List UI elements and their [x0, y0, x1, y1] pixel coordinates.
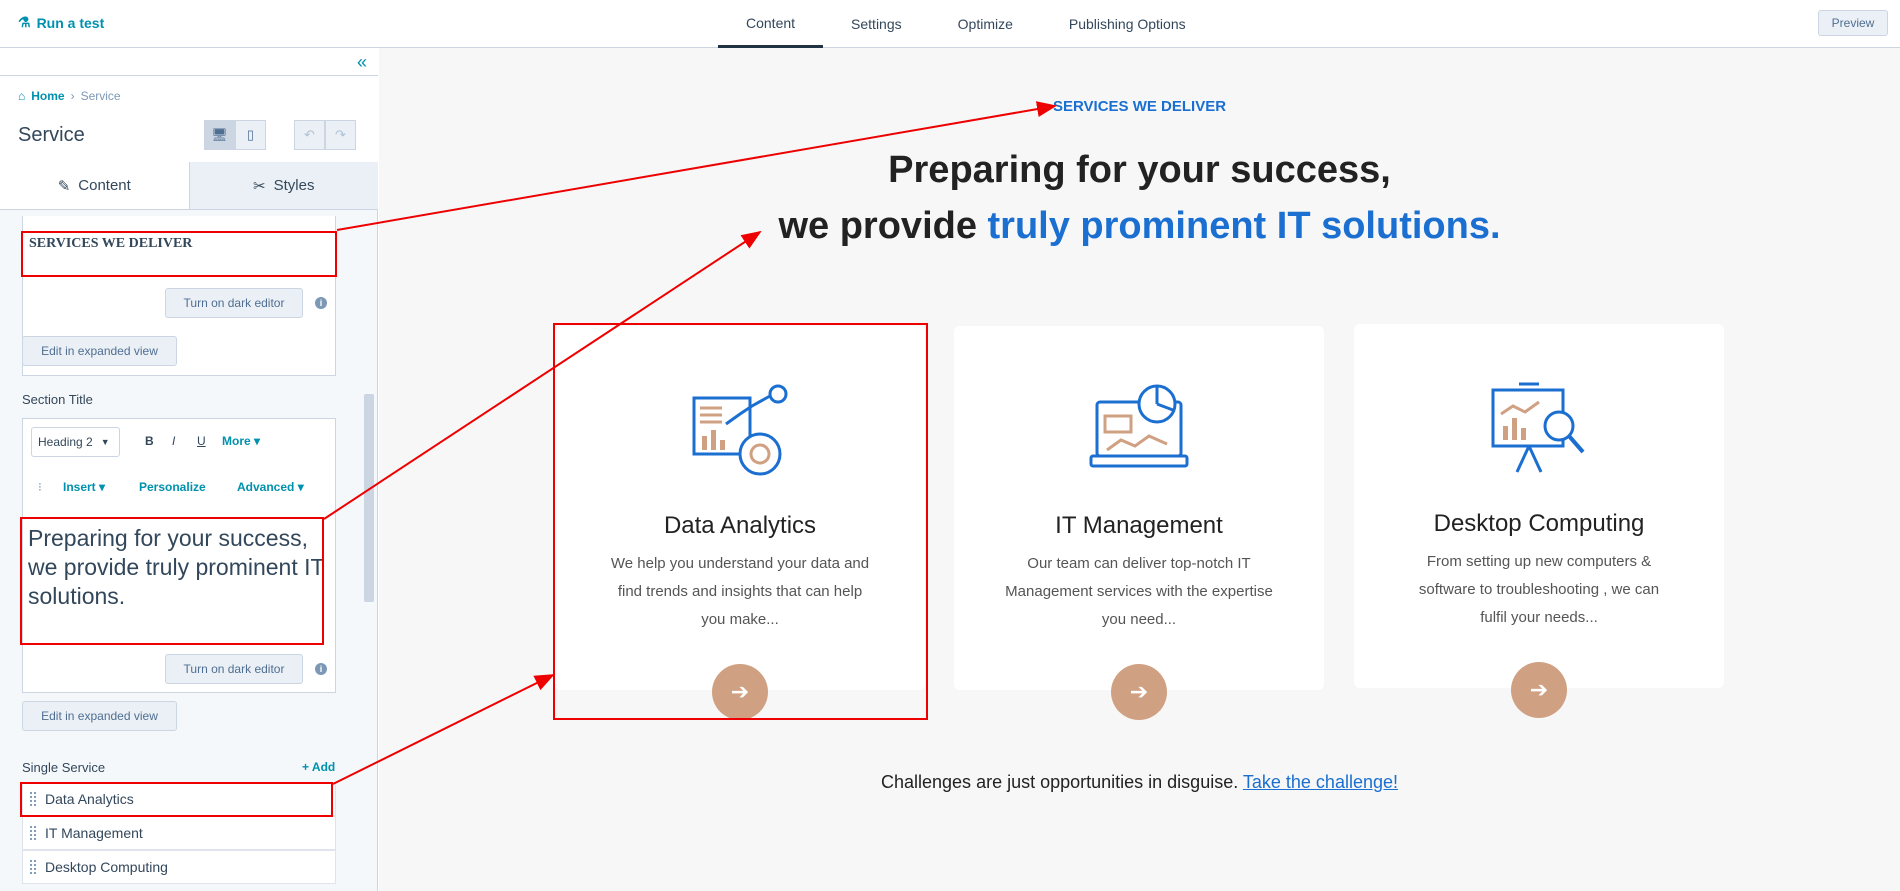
service-card-title: Desktop Computing [1433, 510, 1645, 537]
section-title-text[interactable]: Preparing for your success, we provide t… [28, 524, 333, 611]
underline-button[interactable]: U [197, 434, 206, 448]
heading-select[interactable]: Heading 2 ▼ [31, 427, 120, 457]
arrow-right-icon[interactable]: ➔ [1511, 662, 1567, 718]
drag-handle-icon[interactable] [29, 825, 37, 841]
insert-grip-icon: ⁝ [38, 480, 42, 494]
section-eyebrow[interactable]: SERVICES WE DELIVER [379, 98, 1900, 115]
service-card-desc: From setting up new computers & software… [1418, 553, 1660, 626]
desktop-icon[interactable]: 🖥 [204, 120, 235, 150]
expanded-view-button-2[interactable]: Edit in expanded view [22, 701, 177, 731]
sidebar-tab-content[interactable]: ✎ Content [0, 162, 189, 209]
undo-redo: ↶ ↷ [294, 120, 356, 150]
collapse-sidebar-icon[interactable]: « [357, 52, 367, 73]
tab-settings[interactable]: Settings [823, 0, 930, 48]
more-menu[interactable]: More ▾ [222, 434, 260, 448]
chevron-right-icon: › [70, 89, 75, 103]
preview-button[interactable]: Preview [1818, 10, 1888, 36]
info-icon[interactable]: i [315, 297, 327, 309]
drag-handle-icon[interactable] [29, 859, 37, 875]
breadcrumb-home[interactable]: Home [31, 89, 64, 103]
advanced-menu[interactable]: Advanced ▾ [237, 480, 304, 494]
caret-down-icon: ▼ [100, 437, 110, 447]
italic-button[interactable]: I [172, 434, 175, 448]
list-item[interactable]: IT Management [22, 816, 336, 850]
insert-menu[interactable]: Insert ▾ [63, 480, 105, 494]
breadcrumb: ⌂ Home › Service [18, 89, 121, 103]
tab-optimize[interactable]: Optimize [930, 0, 1041, 48]
redo-icon[interactable]: ↷ [325, 120, 356, 150]
info-icon[interactable]: i [315, 663, 327, 675]
scrollbar-thumb[interactable] [364, 394, 374, 602]
challenge-line: Challenges are just opportunities in dis… [881, 772, 1398, 792]
bold-button[interactable]: B [145, 434, 154, 448]
arrow-right-icon[interactable]: ➔ [712, 664, 768, 720]
section-title-label: Section Title [22, 392, 93, 407]
brush-icon: ✂ [253, 177, 266, 195]
single-service-label: Single Service [22, 760, 106, 775]
dark-editor-button-2[interactable]: Turn on dark editor [165, 654, 303, 684]
service-card-desc: We help you understand your data and fin… [610, 555, 870, 628]
sidebar-tab-styles[interactable]: ✂ Styles [188, 162, 378, 209]
pencil-icon: ✎ [57, 177, 71, 195]
sidebar: « ⌂ Home › Service Service 🖥 ▯ ↶ ↷ ✎ Con… [0, 48, 378, 891]
drag-handle-icon[interactable] [29, 791, 37, 807]
eyebrow-text[interactable]: SERVICES WE DELIVER [29, 236, 192, 252]
device-toggle: 🖥 ▯ [204, 120, 266, 150]
personalize-button[interactable]: Personalize [139, 480, 206, 494]
sidebar-tabs: ✎ Content ✂ Styles [0, 162, 378, 210]
breadcrumb-current: Service [80, 89, 121, 103]
list-item[interactable]: Desktop Computing [22, 850, 336, 884]
desktop-computing-icon [1491, 382, 1585, 473]
mobile-icon[interactable]: ▯ [235, 120, 266, 150]
service-card[interactable]: Desktop Computing From setting up new co… [1354, 324, 1724, 718]
undo-icon[interactable]: ↶ [294, 120, 325, 150]
data-analytics-icon [692, 384, 788, 476]
module-title: Service [18, 124, 85, 146]
expanded-view-button[interactable]: Edit in expanded view [22, 336, 177, 366]
service-card[interactable]: Data Analytics We help you understand yo… [555, 326, 925, 720]
it-management-icon [1089, 384, 1189, 468]
service-card[interactable]: IT Management Our team can deliver top-n… [954, 326, 1324, 720]
top-bar: ⚗ Run a test Content Settings Optimize P… [0, 0, 1900, 48]
run-test-button[interactable]: ⚗ Run a test [18, 14, 104, 31]
service-card-title: IT Management [1055, 512, 1223, 539]
dark-editor-button[interactable]: Turn on dark editor [165, 288, 303, 318]
arrow-right-icon[interactable]: ➔ [1111, 664, 1167, 720]
tab-content[interactable]: Content [718, 0, 824, 48]
home-icon: ⌂ [18, 89, 26, 103]
page-preview: SERVICES WE DELIVER Preparing for your s… [379, 48, 1900, 891]
editor-tabs: Content Settings Optimize Publishing Opt… [718, 0, 1214, 48]
service-card-desc: Our team can deliver top-notch IT Manage… [1005, 555, 1273, 628]
list-item[interactable]: Data Analytics [22, 782, 336, 816]
service-card-title: Data Analytics [663, 512, 817, 539]
section-heading[interactable]: Preparing for your success, we provide t… [379, 142, 1900, 254]
tab-publishing-options[interactable]: Publishing Options [1041, 0, 1214, 48]
flask-icon: ⚗ [18, 14, 31, 30]
take-challenge-link[interactable]: Take the challenge! [1243, 772, 1398, 792]
add-service-button[interactable]: + Add [302, 760, 335, 774]
